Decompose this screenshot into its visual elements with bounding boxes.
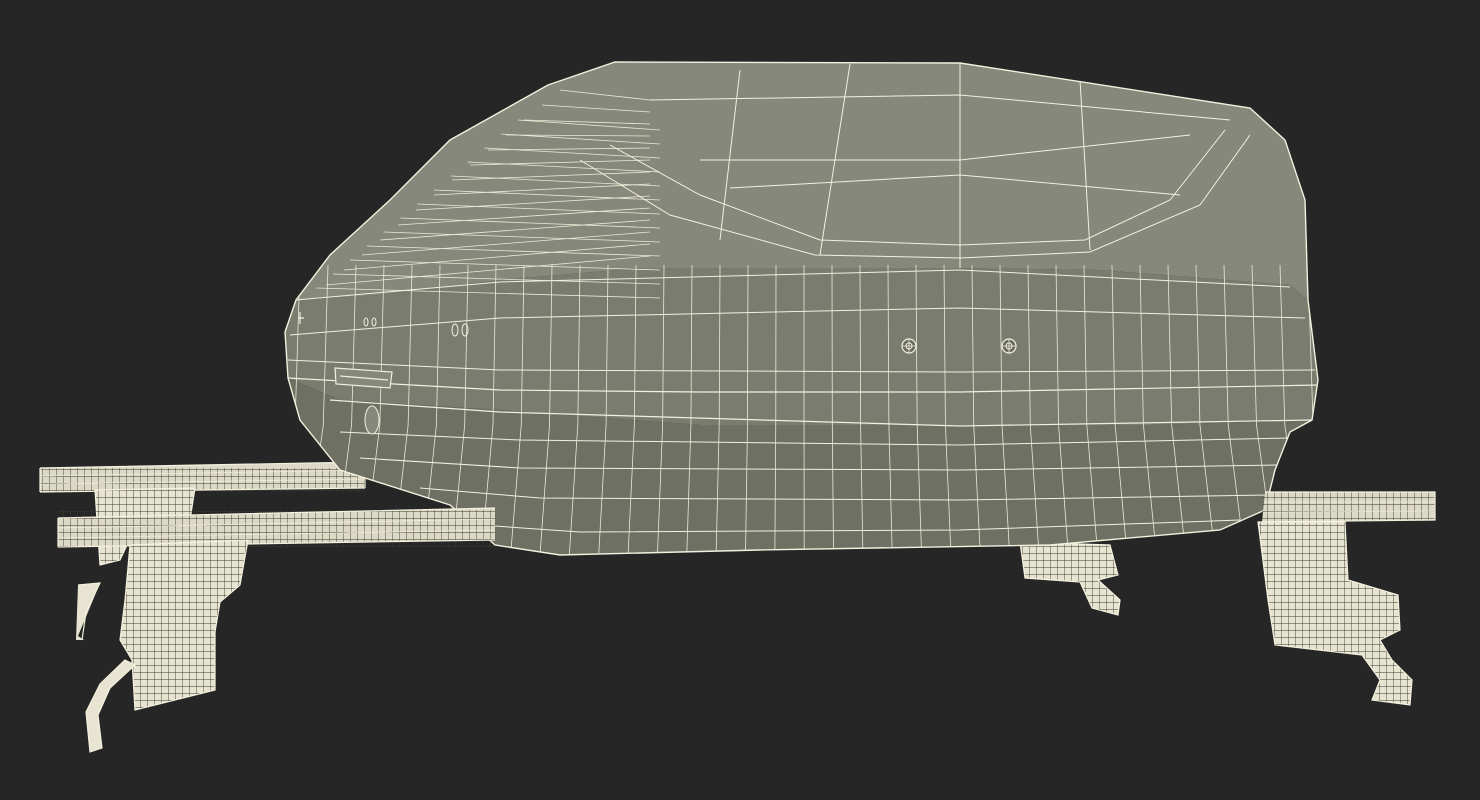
front-left-foot	[85, 539, 249, 753]
wireframe-render	[39, 61, 1436, 753]
mesh-edge	[747, 264, 749, 426]
front-crossbar	[57, 507, 496, 548]
rear-crossbar	[39, 461, 366, 493]
lock-cylinder-icon	[901, 338, 917, 354]
roof-box	[284, 61, 1319, 556]
lock-cylinder-icon	[1001, 338, 1017, 354]
viewport[interactable]	[0, 0, 1480, 800]
rear-right-foot	[1019, 541, 1121, 616]
front-crossbar-right	[1261, 491, 1436, 523]
front-right-foot	[1257, 521, 1413, 706]
